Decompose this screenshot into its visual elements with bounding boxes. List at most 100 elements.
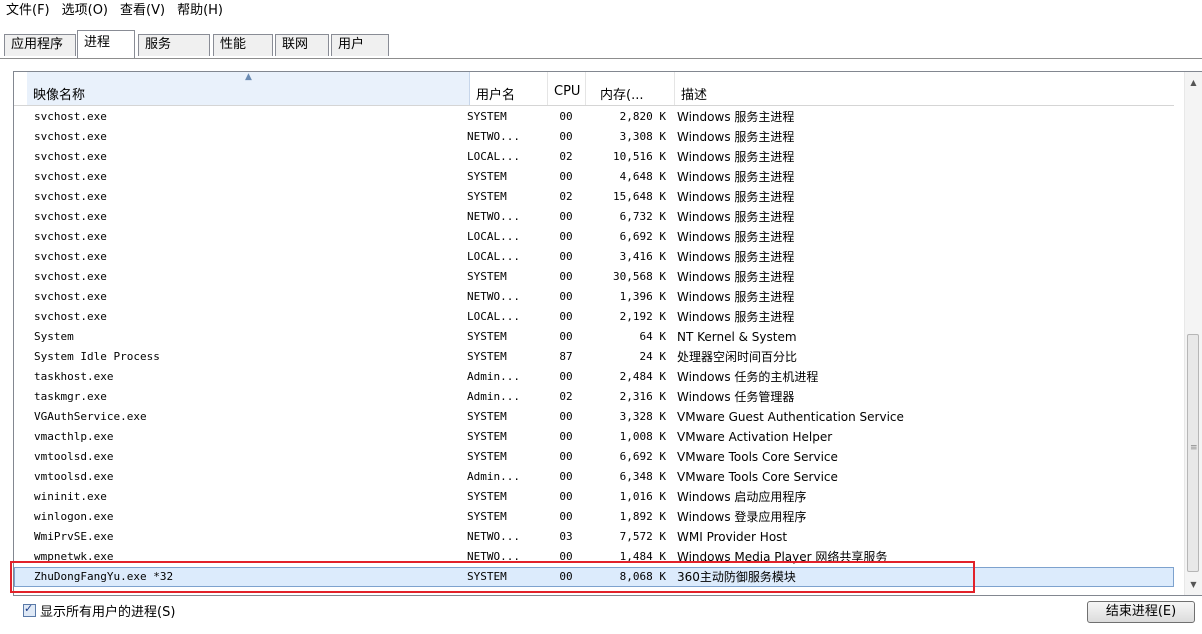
description-cell: Windows 任务的主机进程 [677, 370, 819, 384]
table-row[interactable]: svchost.exe SYSTEM 00 2,820 K Windows 服务主进程 [14, 107, 1174, 127]
column-header-image-name[interactable]: ▲ 映像名称 [27, 72, 470, 105]
user-cell: SYSTEM [467, 410, 507, 423]
table-row[interactable]: VGAuthService.exe SYSTEM 00 3,328 K VMware G… [14, 407, 1174, 427]
table-row[interactable]: svchost.exe LOCAL... 02 10,516 K Windows 服务主… [14, 147, 1174, 167]
column-header-user[interactable]: 用户名 [470, 72, 548, 105]
tab-applications[interactable]: 应用程序 [4, 34, 76, 56]
user-cell: SYSTEM [467, 350, 507, 363]
table-row[interactable]: ZhuDongFangYu.exe *32 SYSTEM 00 8,068 K 360主… [14, 567, 1174, 587]
process-name-cell: VGAuthService.exe [34, 410, 147, 423]
description-cell: Windows 服务主进程 [677, 130, 795, 144]
table-row[interactable]: System SYSTEM 00 64 K NT Kernel & System [14, 327, 1174, 347]
tab-bar: 应用程序 进程 服务 性能 联网 用户 [0, 22, 1202, 59]
show-all-users-label: 显示所有用户的进程(S) [40, 605, 176, 620]
process-name-cell: svchost.exe [34, 270, 107, 283]
table-row[interactable]: vmtoolsd.exe SYSTEM 00 6,692 K VMware Tools … [14, 447, 1174, 467]
memory-cell: 2,820 K [619, 110, 666, 123]
process-name-cell: svchost.exe [34, 230, 107, 243]
menu-options[interactable]: 选项(O) [56, 0, 114, 22]
description-cell: VMware Guest Authentication Service [677, 410, 904, 424]
checkbox-checked-icon[interactable] [23, 602, 36, 617]
description-cell: Windows 服务主进程 [677, 250, 795, 264]
table-row[interactable]: svchost.exe SYSTEM 00 30,568 K Windows 服务主进程 [14, 267, 1174, 287]
memory-cell: 6,692 K [619, 450, 666, 463]
table-row[interactable]: wmpnetwk.exe NETWO... 00 1,484 K Windows Med… [14, 547, 1174, 567]
column-header-cpu[interactable]: CPU [548, 72, 586, 105]
column-header-description[interactable]: 描述 [675, 72, 1174, 105]
cpu-cell: 00 [559, 290, 573, 303]
description-cell: 360主动防御服务模块 [677, 570, 796, 584]
table-row[interactable]: svchost.exe SYSTEM 02 15,648 K Windows 服务主进程 [14, 187, 1174, 207]
table-row[interactable]: wininit.exe SYSTEM 00 1,016 K Windows 启动应用程序 [14, 487, 1174, 507]
table-row[interactable]: svchost.exe NETWO... 00 1,396 K Windows 服务主进… [14, 287, 1174, 307]
tab-networking[interactable]: 联网 [275, 34, 329, 56]
tab-users[interactable]: 用户 [331, 34, 389, 56]
description-cell: Windows 服务主进程 [677, 190, 795, 204]
user-cell: SYSTEM [467, 330, 507, 343]
user-cell: LOCAL... [467, 310, 520, 323]
memory-cell: 1,008 K [619, 430, 666, 443]
memory-cell: 6,732 K [619, 210, 666, 223]
cpu-cell: 00 [559, 570, 573, 583]
cpu-cell: 00 [559, 550, 573, 563]
sort-ascending-icon: ▲ [245, 72, 252, 82]
description-cell: Windows 任务管理器 [677, 390, 795, 404]
vertical-scrollbar[interactable]: ▲ ≡ ▼ [1184, 72, 1202, 595]
process-name-cell: svchost.exe [34, 250, 107, 263]
memory-cell: 10,516 K [613, 150, 666, 163]
table-row[interactable]: svchost.exe LOCAL... 00 2,192 K Windows 服务主进… [14, 307, 1174, 327]
memory-cell: 4,648 K [619, 170, 666, 183]
process-list[interactable]: ▲ 映像名称 用户名 CPU 内存(... 描述 svchost.exe SYST… [13, 71, 1202, 596]
cpu-cell: 00 [559, 130, 573, 143]
user-cell: NETWO... [467, 530, 520, 543]
user-cell: Admin... [467, 390, 520, 403]
table-row[interactable]: WmiPrvSE.exe NETWO... 03 7,572 K WMI Provide… [14, 527, 1174, 547]
process-name-cell: ZhuDongFangYu.exe *32 [34, 570, 174, 583]
cpu-cell: 00 [559, 230, 573, 243]
table-row[interactable]: System Idle Process SYSTEM 87 24 K 处理器空闲时间百分… [14, 347, 1174, 367]
memory-cell: 2,316 K [619, 390, 666, 403]
table-row[interactable]: taskmgr.exe Admin... 02 2,316 K Windows 任务管理… [14, 387, 1174, 407]
table-row[interactable]: svchost.exe LOCAL... 00 6,692 K Windows 服务主进… [14, 227, 1174, 247]
scroll-down-icon[interactable]: ▼ [1185, 576, 1202, 593]
table-row[interactable]: taskhost.exe Admin... 00 2,484 K Windows 任务的… [14, 367, 1174, 387]
description-cell: Windows 服务主进程 [677, 170, 795, 184]
table-row[interactable]: svchost.exe SYSTEM 00 4,648 K Windows 服务主进程 [14, 167, 1174, 187]
table-row[interactable]: svchost.exe NETWO... 00 3,308 K Windows 服务主进… [14, 127, 1174, 147]
memory-cell: 24 K [639, 350, 667, 363]
table-row[interactable]: winlogon.exe SYSTEM 00 1,892 K Windows 登录应用程… [14, 507, 1174, 527]
tab-processes[interactable]: 进程 [77, 30, 135, 58]
menu-view[interactable]: 查看(V) [114, 0, 171, 22]
description-cell: Windows 服务主进程 [677, 310, 795, 324]
column-header-memory[interactable]: 内存(... [586, 72, 675, 105]
memory-cell: 1,484 K [619, 550, 666, 563]
table-row[interactable]: svchost.exe LOCAL... 00 3,416 K Windows 服务主进… [14, 247, 1174, 267]
user-cell: NETWO... [467, 550, 520, 563]
description-cell: Windows 服务主进程 [677, 270, 795, 284]
process-name-cell: wmpnetwk.exe [34, 550, 114, 563]
scrollbar-thumb[interactable]: ≡ [1187, 334, 1199, 572]
memory-cell: 6,692 K [619, 230, 666, 243]
end-process-button[interactable]: 结束进程(E) [1087, 601, 1195, 623]
user-cell: SYSTEM [467, 570, 507, 583]
show-all-users-checkbox[interactable]: 显示所有用户的进程(S) [23, 601, 175, 620]
menu-file[interactable]: 文件(F) [0, 0, 56, 22]
user-cell: SYSTEM [467, 430, 507, 443]
process-name-cell: svchost.exe [34, 290, 107, 303]
description-cell: Windows 登录应用程序 [677, 510, 807, 524]
memory-cell: 7,572 K [619, 530, 666, 543]
cpu-cell: 00 [559, 370, 573, 383]
user-cell: Admin... [467, 470, 520, 483]
user-cell: LOCAL... [467, 150, 520, 163]
tab-services[interactable]: 服务 [138, 34, 210, 56]
cpu-cell: 87 [559, 350, 573, 363]
table-row[interactable]: vmtoolsd.exe Admin... 00 6,348 K VMware Tool… [14, 467, 1174, 487]
table-row[interactable]: vmacthlp.exe SYSTEM 00 1,008 K VMware Activa… [14, 427, 1174, 447]
table-row[interactable]: svchost.exe NETWO... 00 6,732 K Windows 服务主进… [14, 207, 1174, 227]
menu-help[interactable]: 帮助(H) [171, 0, 229, 22]
tab-performance[interactable]: 性能 [213, 34, 273, 56]
description-cell: 处理器空闲时间百分比 [677, 350, 798, 364]
memory-cell: 15,648 K [613, 190, 666, 203]
cpu-cell: 00 [559, 430, 573, 443]
scroll-up-icon[interactable]: ▲ [1185, 74, 1202, 91]
